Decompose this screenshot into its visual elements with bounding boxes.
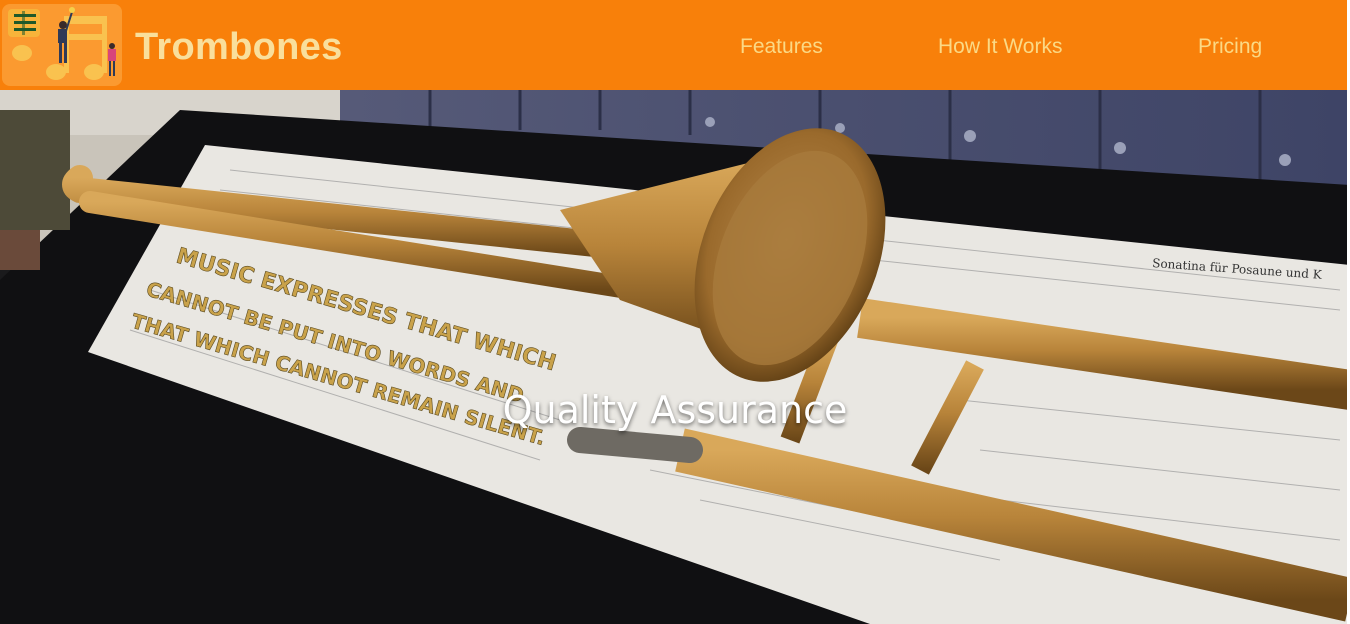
- hero-section: MUSIC EXPRESSES THAT WHICH CANNOT BE PUT…: [0, 90, 1350, 624]
- nav-link-how-it-works[interactable]: How It Works: [938, 34, 1062, 60]
- hero-trombone-image: MUSIC EXPRESSES THAT WHICH CANNOT BE PUT…: [0, 90, 1350, 624]
- nav-link-pricing[interactable]: Pricing: [1198, 34, 1262, 60]
- nav-link-features[interactable]: Features: [740, 34, 823, 60]
- brand-name[interactable]: Trombones: [135, 24, 343, 70]
- top-navbar: Trombones Features How It Works Pricing: [0, 0, 1347, 90]
- brand-logo[interactable]: [0, 0, 125, 90]
- hamburger-menu-icon[interactable]: [8, 9, 40, 37]
- hero-title: Quality Assurance: [502, 388, 848, 432]
